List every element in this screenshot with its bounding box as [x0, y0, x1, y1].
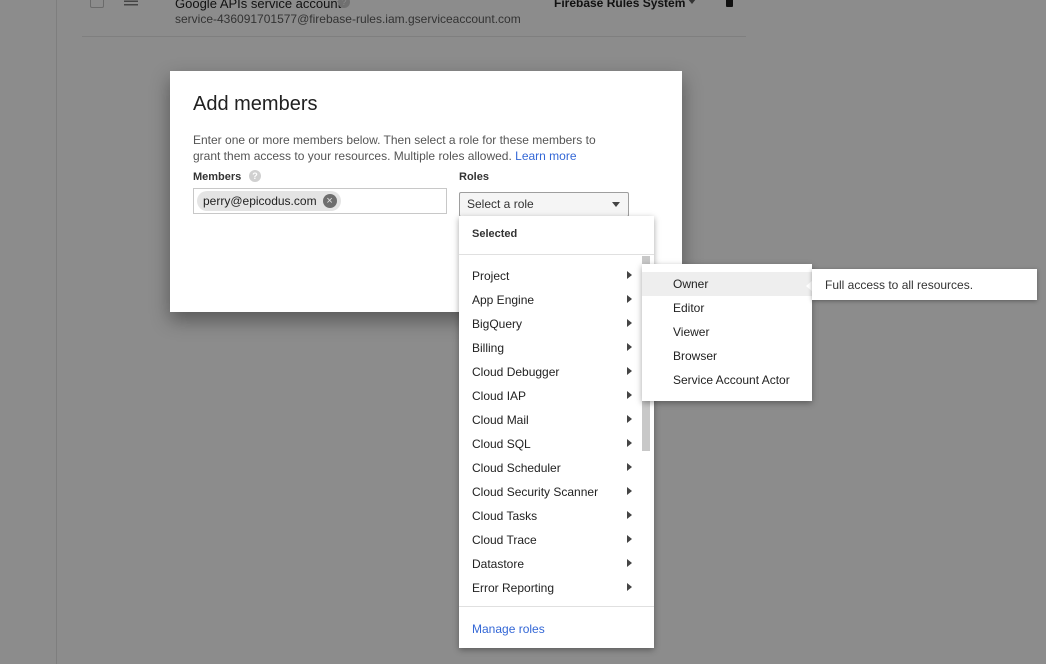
- project-roles-submenu: Owner Editor Viewer Browser Service Acco…: [642, 264, 812, 401]
- chevron-right-icon: [627, 391, 632, 399]
- menu-divider: [459, 254, 654, 255]
- member-chip: perry@epicodus.com ×: [197, 191, 341, 211]
- chevron-right-icon: [627, 343, 632, 351]
- menu-item-label: App Engine: [472, 293, 535, 307]
- submenu-item-label: Editor: [673, 301, 705, 315]
- background-member-row: Google APIs service account ? service-43…: [82, 0, 746, 37]
- submenu-item-editor[interactable]: Editor: [642, 296, 812, 320]
- row-checkbox[interactable]: [90, 0, 104, 8]
- page-left-rail: [56, 0, 57, 664]
- service-account-icon: [124, 0, 138, 6]
- chevron-right-icon: [627, 535, 632, 543]
- submenu-item-label: Service Account Actor: [673, 373, 790, 387]
- dropdown-arrow-icon: [612, 202, 620, 207]
- menu-item-cloud-sql[interactable]: Cloud SQL: [459, 432, 642, 456]
- submenu-item-label: Owner: [673, 277, 709, 291]
- menu-item-cloud-debugger[interactable]: Cloud Debugger: [459, 360, 642, 384]
- chevron-right-icon: [627, 367, 632, 375]
- member-type-label: Google APIs service account: [175, 0, 342, 11]
- help-icon[interactable]: ?: [338, 0, 350, 8]
- menu-item-error-reporting[interactable]: Error Reporting: [459, 576, 642, 600]
- menu-item-label: Cloud Debugger: [472, 365, 560, 379]
- menu-item-label: Cloud SQL: [472, 437, 531, 451]
- menu-item-cloud-mail[interactable]: Cloud Mail: [459, 408, 642, 432]
- chevron-right-icon: [627, 559, 632, 567]
- menu-item-label: Cloud Security Scanner: [472, 485, 599, 499]
- chevron-right-icon: [627, 319, 632, 327]
- chevron-down-icon: [688, 0, 696, 4]
- role-category-menu: Selected Project App Engine BigQuery Bil…: [459, 216, 654, 648]
- submenu-item-service-account-actor[interactable]: Service Account Actor: [642, 368, 812, 392]
- menu-item-cloud-trace[interactable]: Cloud Trace: [459, 528, 642, 552]
- menu-item-app-engine[interactable]: App Engine: [459, 288, 642, 312]
- chevron-right-icon: [627, 415, 632, 423]
- menu-item-label: Cloud Mail: [472, 413, 529, 427]
- menu-item-cloud-scheduler[interactable]: Cloud Scheduler: [459, 456, 642, 480]
- role-select[interactable]: Select a role: [459, 192, 629, 217]
- submenu-item-owner[interactable]: Owner: [642, 272, 812, 296]
- remove-chip-icon[interactable]: ×: [322, 194, 337, 208]
- submenu-item-browser[interactable]: Browser: [642, 344, 812, 368]
- menu-item-cloud-iap[interactable]: Cloud IAP: [459, 384, 642, 408]
- members-input[interactable]: perry@epicodus.com ×: [193, 188, 447, 214]
- dialog-description: Enter one or more members below. Then se…: [193, 132, 623, 164]
- menu-item-label: Cloud IAP: [472, 389, 527, 403]
- menu-item-label: Datastore: [472, 557, 525, 571]
- menu-item-datastore[interactable]: Datastore: [459, 552, 642, 576]
- role-description-tooltip: Full access to all resources.: [812, 269, 1037, 300]
- menu-item-label: Cloud Tasks: [472, 509, 538, 523]
- chevron-right-icon: [627, 439, 632, 447]
- menu-item-cloud-security-scanner[interactable]: Cloud Security Scanner: [459, 480, 642, 504]
- menu-item-label: BigQuery: [472, 317, 523, 331]
- menu-item-label: Cloud Scheduler: [472, 461, 561, 475]
- chevron-right-icon: [627, 487, 632, 495]
- menu-item-label: Billing: [472, 341, 505, 355]
- menu-divider: [459, 606, 654, 607]
- menu-item-billing[interactable]: Billing: [459, 336, 642, 360]
- menu-item-bigquery[interactable]: BigQuery: [459, 312, 642, 336]
- menu-item-label: Cloud Trace: [472, 533, 537, 547]
- selected-header: Selected: [472, 228, 518, 240]
- manage-roles-link[interactable]: Manage roles: [472, 622, 545, 636]
- dialog-title: Add members: [193, 93, 318, 115]
- submenu-item-label: Browser: [673, 349, 718, 363]
- chevron-right-icon: [627, 511, 632, 519]
- member-chip-label: perry@epicodus.com: [203, 194, 317, 208]
- tooltip-text: Full access to all resources.: [825, 278, 974, 292]
- menu-item-label: Error Reporting: [472, 581, 555, 595]
- learn-more-link[interactable]: Learn more: [515, 149, 576, 163]
- member-email: service-436091701577@firebase-rules.iam.…: [175, 12, 521, 26]
- chevron-right-icon: [627, 583, 632, 591]
- menu-item-project[interactable]: Project: [459, 264, 642, 288]
- chevron-right-icon: [627, 271, 632, 279]
- members-help-icon[interactable]: ?: [249, 170, 261, 182]
- menu-item-cloud-tasks[interactable]: Cloud Tasks: [459, 504, 642, 528]
- delete-icon[interactable]: [726, 0, 733, 7]
- menu-item-label: Project: [472, 269, 510, 283]
- members-label: Members: [193, 171, 242, 183]
- role-select-placeholder: Select a role: [467, 197, 534, 211]
- submenu-item-viewer[interactable]: Viewer: [642, 320, 812, 344]
- chevron-right-icon: [627, 463, 632, 471]
- chevron-right-icon: [627, 295, 632, 303]
- member-role-select[interactable]: Firebase Rules System: [554, 0, 685, 10]
- roles-label: Roles: [459, 171, 489, 183]
- submenu-item-label: Viewer: [673, 325, 710, 339]
